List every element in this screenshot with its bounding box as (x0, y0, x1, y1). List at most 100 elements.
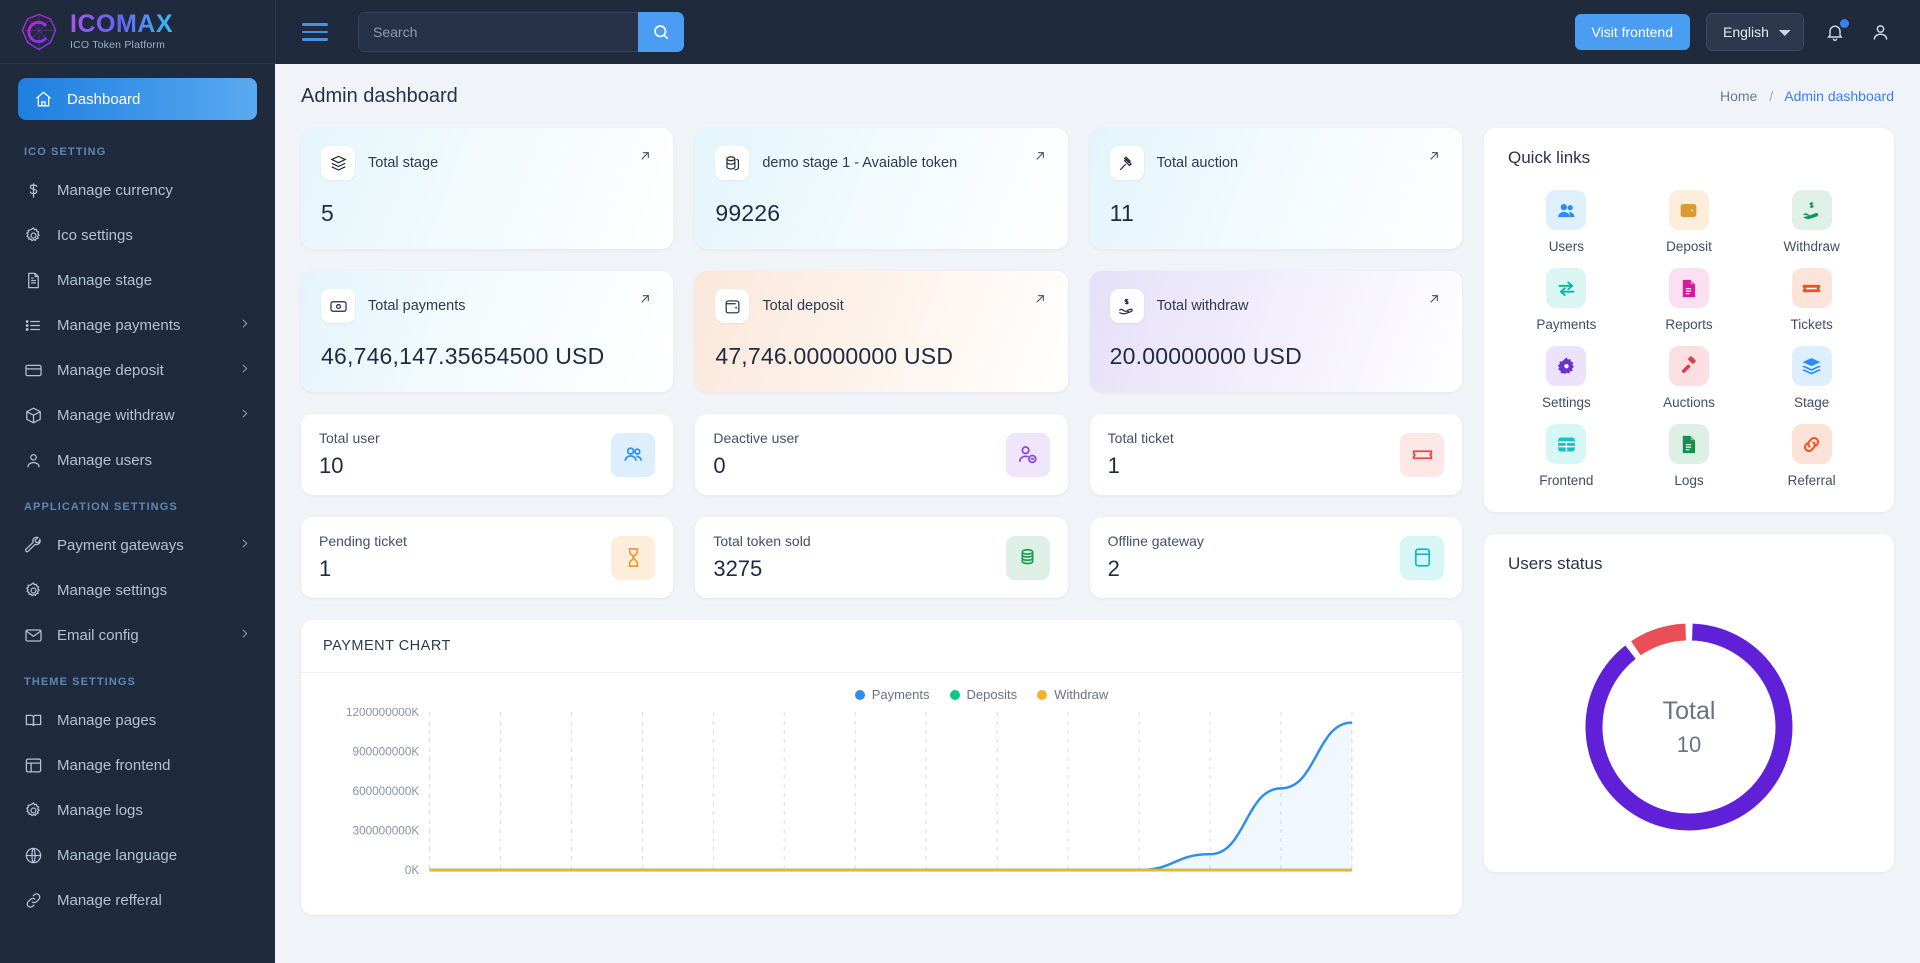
stat-card-total-user[interactable]: Total user 10 (301, 414, 674, 495)
page-header: Admin dashboard Home / Admin dashboard (301, 64, 1894, 128)
quick-link-withdraw[interactable]: Withdraw (1753, 190, 1870, 254)
quick-link-label: Logs (1674, 473, 1704, 488)
quick-link-tickets[interactable]: Tickets (1753, 268, 1870, 332)
quick-link-label: Deposit (1666, 239, 1712, 254)
quick-link-label: Auctions (1663, 395, 1715, 410)
svg-text:300000000K: 300000000K (353, 825, 420, 838)
sidebar-item-manage-pages[interactable]: Manage pages (0, 698, 275, 743)
hourglass-icon (611, 535, 656, 580)
stat-card-demo-stage-1-avaiable-token[interactable]: demo stage 1 - Avaiable token 99226 (695, 128, 1068, 249)
legend-item-deposits[interactable]: Deposits (949, 687, 1017, 702)
payment-chart-body: Payments Deposits Withdraw 0K 300000000K 600… (301, 673, 1462, 915)
language-select[interactable]: English (1706, 13, 1804, 51)
chevron-right-icon (238, 537, 251, 554)
breadcrumb-home[interactable]: Home (1720, 88, 1757, 104)
quick-link-frontend[interactable]: Frontend (1508, 424, 1625, 488)
link-icon (24, 891, 43, 910)
payment-line-chart: 0K 300000000K 600000000K 900000000K 12000000… (346, 706, 1353, 877)
stat-card-total-auction[interactable]: Total auction 11 (1089, 128, 1462, 249)
sidebar-item-label: Manage language (57, 847, 178, 864)
stat-card-value: 3275 (713, 556, 763, 581)
quick-link-settings[interactable]: Settings (1508, 346, 1625, 410)
stat-card-total-deposit[interactable]: Total deposit 47,746.00000000 USD (695, 271, 1068, 392)
gavel-icon (1109, 146, 1144, 180)
wallet-icon (715, 289, 750, 323)
sidebar-item-manage-logs[interactable]: Manage logs (0, 788, 275, 833)
open-arrow-icon[interactable] (1426, 148, 1442, 169)
stat-card-head: Total deposit (715, 289, 1047, 323)
sidebar-item-dashboard[interactable]: Dashboard (18, 78, 257, 120)
sidebar-item-payment-gateways[interactable]: Payment gateways (0, 523, 275, 568)
quick-links-title: Quick links (1508, 148, 1591, 167)
stat-card-value: 11 (1109, 200, 1134, 226)
sidebar-item-manage-refferal[interactable]: Manage refferal (0, 878, 275, 923)
sidebar-nav: Dashboard ICO SETTING Manage currency Ico … (0, 64, 275, 963)
quick-link-logs[interactable]: Logs (1631, 424, 1748, 488)
sidebar-item-manage-language[interactable]: Manage language (0, 833, 275, 878)
open-arrow-icon[interactable] (637, 291, 653, 312)
quick-link-users[interactable]: Users (1508, 190, 1625, 254)
stat-card-offline-gateway[interactable]: Offline gateway 2 (1089, 517, 1462, 598)
stat-card-value: 99226 (715, 200, 781, 226)
sidebar-item-label: Manage payments (57, 317, 181, 334)
sidebar-item-manage-withdraw[interactable]: Manage withdraw (0, 393, 275, 438)
quick-link-deposit[interactable]: Deposit (1631, 190, 1748, 254)
sidebar-item-manage-frontend[interactable]: Manage frontend (0, 743, 275, 788)
open-arrow-icon[interactable] (1032, 148, 1048, 169)
users-status-panel: Users status Total 10 (1484, 534, 1894, 872)
profile-button[interactable] (1866, 18, 1894, 46)
quick-link-payments[interactable]: Payments (1508, 268, 1625, 332)
stat-card-total-withdraw[interactable]: Total withdraw 20.00000000 USD (1089, 271, 1462, 392)
search-input[interactable] (358, 12, 638, 52)
open-arrow-icon[interactable] (1426, 291, 1442, 312)
payment-chart-header: PAYMENT CHART (301, 620, 1462, 673)
sidebar-item-manage-users[interactable]: Manage users (0, 438, 275, 483)
brand-logo-block[interactable]: ICOMAX ICO Token Platform (0, 0, 275, 64)
sidebar-item-label: Manage stage (57, 272, 153, 289)
quick-link-referral[interactable]: Referral (1753, 424, 1870, 488)
sidebar-section-heading: THEME SETTINGS (24, 676, 136, 688)
stat-card-total-stage[interactable]: Total stage 5 (301, 128, 674, 249)
sidebar-item-ico-settings[interactable]: Ico settings (0, 213, 275, 258)
stat-card-total-ticket[interactable]: Total ticket 1 (1089, 414, 1462, 495)
payment-chart-card: PAYMENT CHART Payments Deposits Withdraw 0… (301, 620, 1462, 915)
stat-card-head: Total payments (321, 289, 653, 323)
chart-legend: Payments Deposits Withdraw (519, 687, 1444, 702)
donut-value: 10 (1676, 731, 1702, 757)
open-arrow-icon[interactable] (1032, 291, 1048, 312)
legend-item-withdraw[interactable]: Withdraw (1037, 687, 1108, 702)
menu-toggle-icon[interactable] (302, 21, 330, 43)
search-button[interactable] (638, 12, 684, 52)
sidebar-item-manage-deposit[interactable]: Manage deposit (0, 348, 275, 393)
stat-card-title: Total user (319, 430, 380, 446)
stat-card-deactive-user[interactable]: Deactive user 0 (695, 414, 1068, 495)
quick-link-stage[interactable]: Stage (1753, 346, 1870, 410)
stat-card-pending-ticket[interactable]: Pending ticket 1 (301, 517, 674, 598)
visit-frontend-button[interactable]: Visit frontend (1574, 14, 1690, 50)
legend-item-payments[interactable]: Payments (854, 687, 930, 702)
topbar-right: Visit frontend English (1574, 13, 1894, 51)
quick-links-grid: Users Deposit Withdraw Payments Reports Ticke… (1484, 174, 1894, 512)
sidebar-item-manage-stage[interactable]: Manage stage (0, 258, 275, 303)
sidebar-item-manage-settings[interactable]: Manage settings (0, 568, 275, 613)
stat-card-head: Total stage (321, 146, 653, 180)
search-box (358, 12, 684, 52)
quick-link-reports[interactable]: Reports (1631, 268, 1748, 332)
open-arrow-icon[interactable] (637, 148, 653, 169)
stat-card-value: 5 (321, 200, 334, 226)
stat-card-total-payments[interactable]: Total payments 46,746,147.35654500 USD (301, 271, 674, 392)
sidebar-item-manage-currency[interactable]: Manage currency (0, 168, 275, 213)
legend-label: Withdraw (1054, 687, 1109, 702)
sidebar-item-email-config[interactable]: Email config (0, 613, 275, 658)
stat-card-total-token-sold[interactable]: Total token sold 3275 (695, 517, 1068, 598)
stat-card-title: Total payments (368, 298, 466, 314)
icomax-logo-icon (21, 13, 57, 50)
sidebar-item-label: Ico settings (57, 227, 133, 244)
sidebar-item-manage-payments[interactable]: Manage payments (0, 303, 275, 348)
topbar: Visit frontend English (275, 0, 1920, 64)
stat-card-text: Total token sold 3275 (713, 533, 1005, 582)
brand-name: ICOMAX (70, 10, 173, 39)
quick-link-auctions[interactable]: Auctions (1631, 346, 1748, 410)
notifications-button[interactable] (1820, 17, 1850, 47)
quick-link-label: Reports (1665, 317, 1713, 332)
